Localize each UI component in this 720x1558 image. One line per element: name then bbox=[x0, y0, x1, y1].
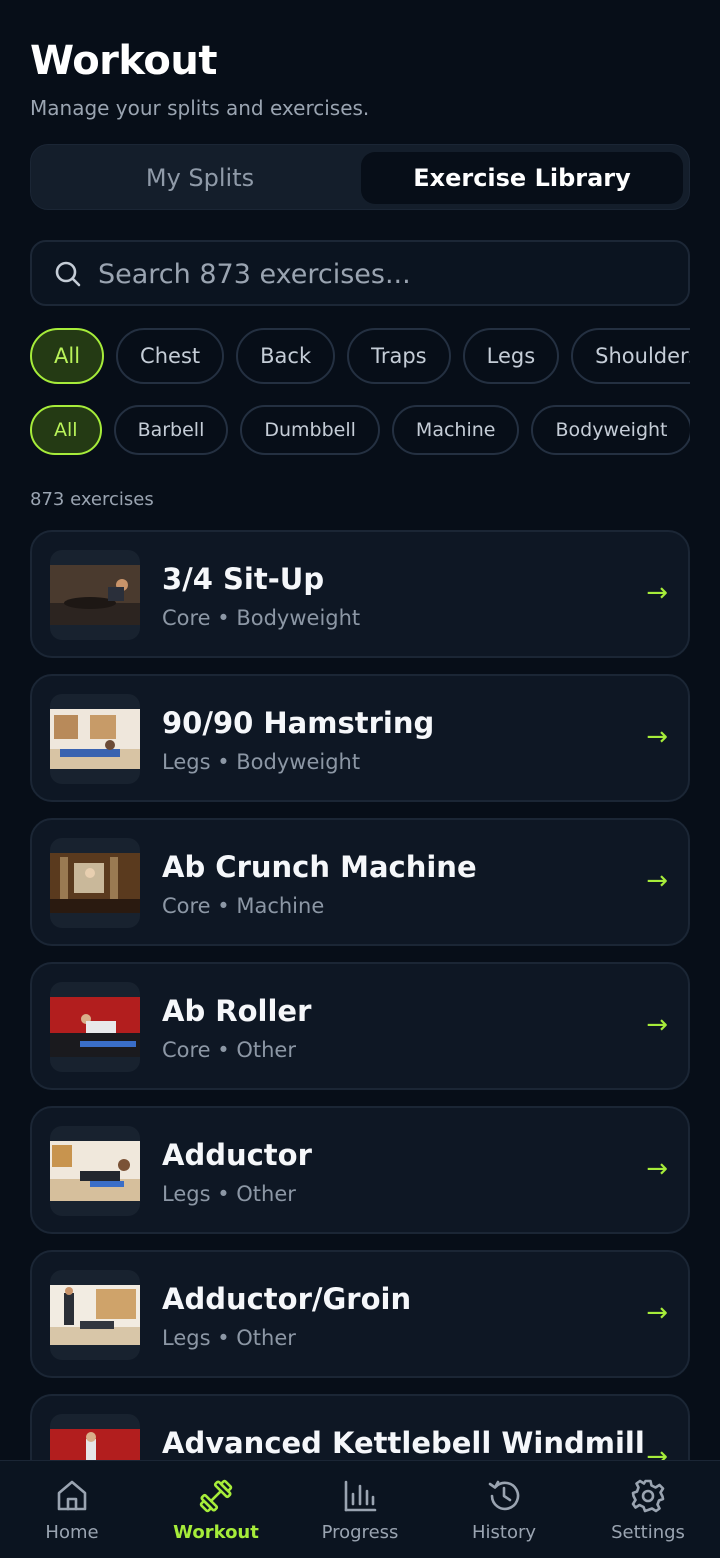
exercise-meta: Core • Machine bbox=[162, 894, 325, 918]
search-icon bbox=[55, 261, 81, 287]
exercise-meta: Core • Bodyweight bbox=[162, 606, 361, 630]
exercise-name: Adductor/Groin bbox=[162, 1282, 412, 1316]
nav-history-label: History bbox=[471, 1522, 537, 1543]
nav-settings-label: Settings bbox=[611, 1522, 685, 1543]
nav-workout[interactable]: Workout bbox=[144, 1461, 288, 1558]
tab-exercise-library[interactable]: Exercise Library bbox=[361, 152, 683, 204]
tab-my-splits[interactable]: My Splits bbox=[39, 152, 361, 204]
exercise-card[interactable]: Adductor/Groin Legs • Other → bbox=[30, 1250, 690, 1378]
chip-muscle-all[interactable]: All bbox=[30, 328, 105, 384]
exercise-thumbnail bbox=[50, 694, 140, 784]
dumbbell-icon bbox=[199, 1479, 233, 1513]
exercise-list: 3/4 Sit-Up Core • Bodyweight → 90/90 Ham… bbox=[30, 530, 690, 1538]
exercise-card[interactable]: 90/90 Hamstring Legs • Bodyweight → bbox=[30, 674, 690, 802]
arrow-right-icon: → bbox=[646, 1298, 668, 1328]
chip-muscle-shoulders[interactable]: Shoulders bbox=[571, 328, 690, 384]
exercise-name: 90/90 Hamstring bbox=[162, 706, 435, 740]
chip-equipment-barbell[interactable]: Barbell bbox=[113, 405, 229, 455]
exercise-meta: Core • Other bbox=[162, 1038, 296, 1062]
exercise-meta: Legs • Other bbox=[162, 1326, 296, 1350]
search-bar[interactable] bbox=[30, 240, 690, 306]
exercise-meta: Legs • Bodyweight bbox=[162, 750, 361, 774]
chip-muscle-legs[interactable]: Legs bbox=[462, 328, 560, 384]
exercise-thumbnail bbox=[50, 838, 140, 928]
arrow-right-icon: → bbox=[646, 866, 668, 896]
exercise-card[interactable]: Ab Crunch Machine Core • Machine → bbox=[30, 818, 690, 946]
chip-equipment-machine[interactable]: Machine bbox=[391, 405, 520, 455]
exercise-name: Ab Roller bbox=[162, 994, 312, 1028]
muscle-filter-row: All Chest Back Traps Legs Shoulders bbox=[30, 328, 690, 386]
exercise-card[interactable]: Adductor Legs • Other → bbox=[30, 1106, 690, 1234]
chip-muscle-back[interactable]: Back bbox=[236, 328, 336, 384]
exercise-name: 3/4 Sit-Up bbox=[162, 562, 325, 596]
home-icon bbox=[57, 1480, 87, 1511]
nav-home[interactable]: Home bbox=[0, 1461, 144, 1558]
result-count: 873 exercises bbox=[30, 489, 154, 510]
exercise-thumbnail bbox=[50, 1126, 140, 1216]
nav-history[interactable]: History bbox=[432, 1461, 576, 1558]
exercise-name: Adductor bbox=[162, 1138, 312, 1172]
arrow-right-icon: → bbox=[646, 722, 668, 752]
equipment-filter-row: All Barbell Dumbbell Machine Bodyweight bbox=[30, 405, 690, 457]
gear-icon bbox=[631, 1479, 665, 1513]
chip-muscle-traps[interactable]: Traps bbox=[347, 328, 451, 384]
chip-equipment-all[interactable]: All bbox=[30, 405, 102, 455]
chip-equipment-bodyweight[interactable]: Bodyweight bbox=[531, 405, 690, 455]
arrow-right-icon: → bbox=[646, 1010, 668, 1040]
nav-progress[interactable]: Progress bbox=[288, 1461, 432, 1558]
nav-progress-label: Progress bbox=[321, 1522, 399, 1543]
nav-home-label: Home bbox=[45, 1522, 99, 1543]
segmented-control: My Splits Exercise Library bbox=[30, 144, 690, 210]
exercise-name: Ab Crunch Machine bbox=[162, 850, 477, 884]
workout-screen: Workout Manage your splits and exercises… bbox=[0, 0, 720, 1558]
nav-settings[interactable]: Settings bbox=[576, 1461, 720, 1558]
exercise-thumbnail bbox=[50, 982, 140, 1072]
exercise-thumbnail bbox=[50, 1270, 140, 1360]
arrow-right-icon: → bbox=[646, 578, 668, 608]
search-input[interactable] bbox=[98, 250, 658, 298]
exercise-thumbnail bbox=[50, 550, 140, 640]
exercise-card[interactable]: Ab Roller Core • Other → bbox=[30, 962, 690, 1090]
chip-muscle-chest[interactable]: Chest bbox=[116, 328, 225, 384]
history-icon bbox=[488, 1480, 520, 1511]
bottom-navigation: Home Workout Progress History Settings bbox=[0, 1460, 720, 1558]
nav-workout-label: Workout bbox=[173, 1522, 259, 1543]
exercise-name: Advanced Kettlebell Windmill bbox=[162, 1426, 645, 1460]
page-subtitle: Manage your splits and exercises. bbox=[30, 96, 370, 120]
exercise-card[interactable]: 3/4 Sit-Up Core • Bodyweight → bbox=[30, 530, 690, 658]
arrow-right-icon: → bbox=[646, 1154, 668, 1184]
page-title: Workout bbox=[30, 38, 218, 84]
exercise-meta: Legs • Other bbox=[162, 1182, 296, 1206]
bar-chart-icon bbox=[344, 1480, 377, 1512]
chip-equipment-dumbbell[interactable]: Dumbbell bbox=[240, 405, 380, 455]
